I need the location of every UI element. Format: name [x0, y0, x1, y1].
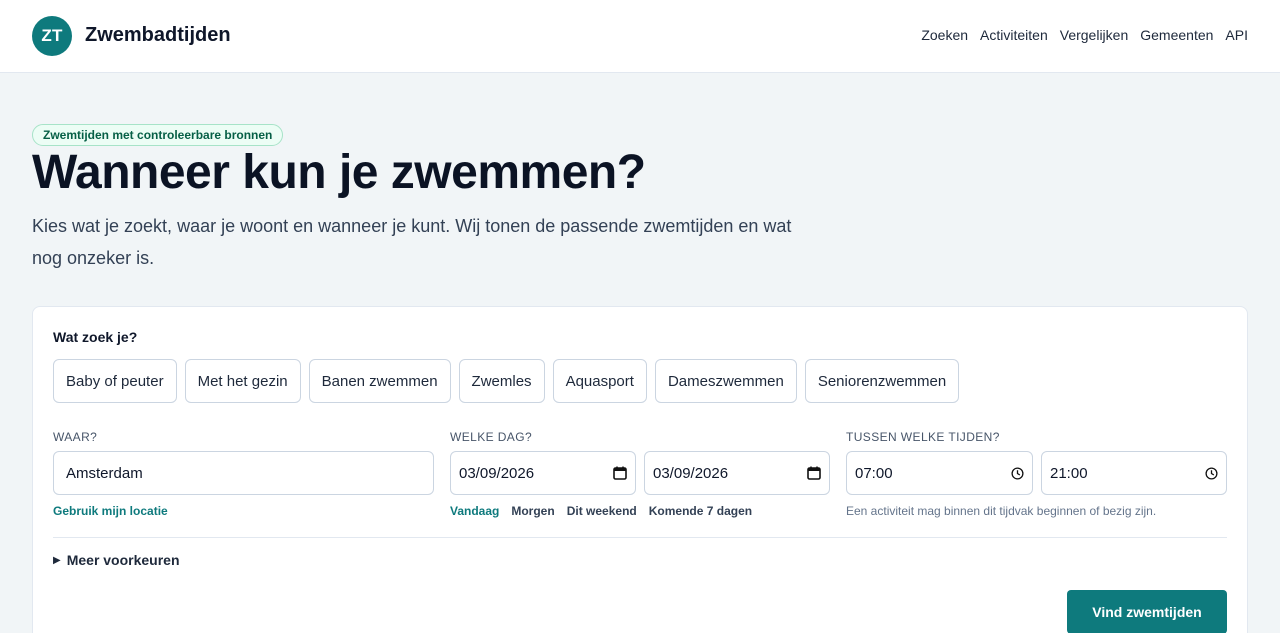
date-from-input[interactable]: 03/09/2026 — [450, 451, 636, 495]
date-to-value: 03/09/2026 — [653, 464, 729, 482]
where-input[interactable]: Amsterdam — [53, 451, 434, 495]
logo-icon[interactable]: ZT — [32, 16, 72, 56]
nav-gemeenten[interactable]: Gemeenten — [1140, 27, 1213, 43]
calendar-icon[interactable] — [807, 466, 821, 480]
activity-chips: Baby of peuter Met het gezin Banen zwemm… — [53, 359, 960, 403]
chip-seniorenzwemmen[interactable]: Seniorenzwemmen — [804, 359, 960, 403]
search-card: Wat zoek je? Baby of peuter Met het gezi… — [32, 306, 1248, 633]
clock-icon[interactable] — [1205, 466, 1218, 480]
time-to-value: 21:00 — [1050, 464, 1088, 482]
chip-baby-peuter[interactable]: Baby of peuter — [53, 359, 177, 403]
time-from-value: 07:00 — [855, 464, 893, 482]
use-location-link[interactable]: Gebruik mijn locatie — [53, 504, 168, 518]
nav-zoeken[interactable]: Zoeken — [921, 27, 968, 43]
page-subtitle: Kies wat je zoekt, waar je woont en wann… — [32, 216, 792, 268]
activity-question: Wat zoek je? — [53, 329, 138, 345]
day-label: WELKE DAG? — [450, 430, 533, 444]
chip-gezin[interactable]: Met het gezin — [184, 359, 301, 403]
where-label: WAAR? — [53, 430, 98, 444]
date-to-input[interactable]: 03/09/2026 — [644, 451, 830, 495]
chip-zwemles[interactable]: Zwemles — [458, 359, 545, 403]
nav-vergelijken[interactable]: Vergelijken — [1060, 27, 1129, 43]
more-preferences-toggle[interactable]: ▶ Meer voorkeuren — [53, 552, 180, 568]
quick-7-dagen[interactable]: Komende 7 dagen — [649, 504, 752, 518]
chip-dameszwemmen[interactable]: Dameszwemmen — [654, 359, 797, 403]
nav-api[interactable]: API — [1225, 27, 1248, 43]
trust-badge: Zwemtijden met controleerbare bronnen — [32, 124, 284, 146]
calendar-icon[interactable] — [613, 466, 627, 480]
divider — [53, 537, 1227, 538]
time-from-input[interactable]: 07:00 — [846, 451, 1033, 495]
date-from-value: 03/09/2026 — [459, 464, 535, 482]
nav-activiteiten[interactable]: Activiteiten — [980, 27, 1048, 43]
quick-weekend[interactable]: Dit weekend — [567, 504, 637, 518]
brand-name[interactable]: Zwembadtijden — [85, 24, 231, 47]
quick-morgen[interactable]: Morgen — [511, 504, 554, 518]
main-nav: Zoeken Activiteiten Vergelijken Gemeente… — [921, 27, 1248, 43]
quick-vandaag[interactable]: Vandaag — [450, 504, 499, 518]
chip-aquasport[interactable]: Aquasport — [552, 359, 647, 403]
more-preferences-label: Meer voorkeuren — [66, 552, 180, 568]
time-hint: Een activiteit mag binnen dit tijdvak be… — [846, 504, 1157, 518]
time-label: TUSSEN WELKE TIJDEN? — [846, 430, 1000, 444]
site-header: ZT Zwembadtijden Zoeken Activiteiten Ver… — [0, 0, 1280, 73]
clock-icon[interactable] — [1011, 466, 1024, 480]
where-value: Amsterdam — [66, 464, 143, 482]
find-times-button[interactable]: Vind zwemtijden — [1067, 590, 1227, 633]
time-to-input[interactable]: 21:00 — [1041, 451, 1227, 495]
triangle-right-icon: ▶ — [53, 554, 61, 566]
quick-day-options: Vandaag Morgen Dit weekend Komende 7 dag… — [450, 504, 752, 518]
page-title: Wanneer kun je zwemmen? — [32, 146, 646, 199]
chip-banen-zwemmen[interactable]: Banen zwemmen — [308, 359, 451, 403]
